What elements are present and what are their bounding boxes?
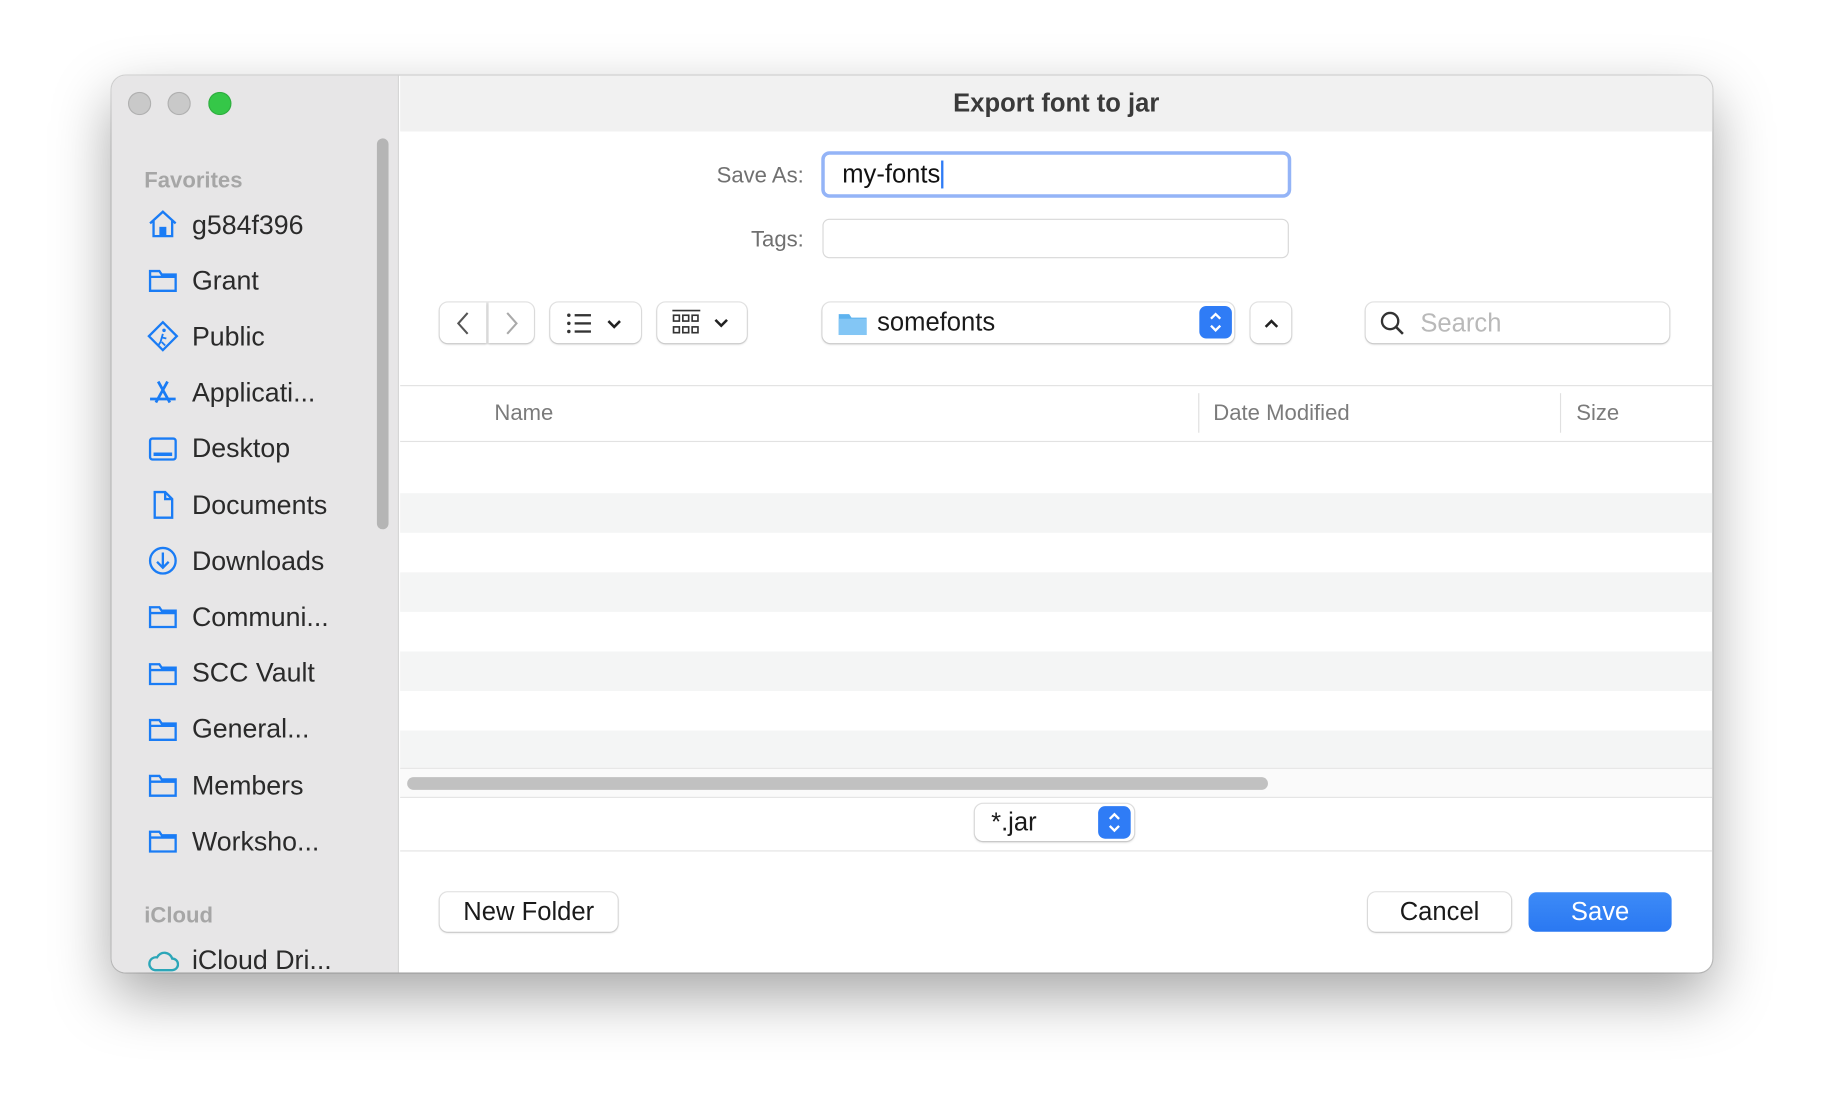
table-row — [400, 691, 1712, 731]
public-icon — [147, 321, 179, 353]
updown-chevron-icon — [1098, 806, 1131, 839]
cloud-icon — [148, 951, 180, 972]
list-view-button[interactable] — [550, 302, 641, 344]
sidebar-item-label: SCC Vault — [191, 657, 315, 688]
sidebar-item-label: Members — [191, 769, 304, 800]
sidebar-item-label: Grant — [191, 264, 259, 296]
column-divider[interactable] — [1198, 393, 1200, 433]
sidebar-item-applicati[interactable]: Applicati... — [147, 369, 316, 416]
tags-label: Tags: — [750, 228, 804, 253]
save-button[interactable]: Save — [1528, 892, 1672, 932]
close-button[interactable] — [127, 91, 152, 116]
tags-input[interactable] — [822, 218, 1289, 259]
scrollbar-thumb[interactable] — [407, 777, 1268, 790]
sidebar-item-g584f396[interactable]: g584f396 — [147, 201, 304, 248]
sidebar-item-icloud-dri[interactable]: iCloud Dri... — [147, 936, 332, 972]
parent-folder-button[interactable] — [1250, 302, 1292, 344]
applications-icon — [150, 380, 176, 403]
main-pane: Export font to jar Save As: my-fonts Tag… — [400, 75, 1713, 973]
folder-icon — [148, 270, 177, 293]
sidebar: Favorites g584f396 Grant Public Applicati..… — [111, 75, 400, 973]
sidebar-item-label: Public — [191, 320, 265, 352]
sidebar-item-label: General... — [191, 713, 310, 744]
folder-icon — [148, 774, 177, 797]
sidebar-item-scc-vault[interactable]: SCC Vault — [147, 650, 315, 697]
sidebar-item-members[interactable]: Members — [147, 762, 304, 809]
table-row — [400, 454, 1712, 494]
sidebar-item-public[interactable]: Public — [147, 313, 265, 360]
list-icon — [567, 312, 621, 333]
updown-chevron-icon — [1199, 305, 1232, 339]
download-icon — [148, 546, 177, 575]
folder-icon — [838, 314, 867, 336]
sidebar-item-worksho[interactable]: Worksho... — [147, 818, 320, 865]
divider — [400, 850, 1713, 852]
sidebar-item-grant[interactable]: Grant — [147, 257, 259, 304]
table-row — [400, 493, 1713, 533]
table-row — [400, 612, 1712, 652]
sidebar-item-label: Communi... — [191, 601, 329, 632]
zoom-button[interactable] — [208, 91, 232, 116]
chevron-right-icon — [505, 311, 518, 334]
location-popup[interactable]: somefonts — [822, 302, 1235, 344]
forward-button[interactable] — [488, 302, 534, 344]
column-size[interactable]: Size — [1576, 401, 1619, 427]
document-icon — [153, 490, 174, 519]
sidebar-item-label: Desktop — [191, 433, 291, 464]
sidebar-item-label: Documents — [191, 489, 328, 520]
sidebar-item-desktop[interactable]: Desktop — [147, 426, 291, 473]
group-view-button[interactable] — [657, 302, 747, 344]
folder-icon — [148, 830, 177, 853]
table-row — [400, 730, 1713, 768]
sidebar-item-label: Worksho... — [191, 825, 320, 856]
desktop-icon — [148, 437, 177, 461]
cancel-button[interactable]: Cancel — [1368, 892, 1512, 932]
chevron-left-icon — [456, 311, 469, 334]
back-button[interactable] — [439, 302, 487, 344]
sidebar-item-label: g584f396 — [191, 208, 304, 240]
icloud-heading: iCloud — [144, 903, 214, 929]
save-as-label: Save As: — [716, 164, 804, 189]
sidebar-item-downloads[interactable]: Downloads — [147, 538, 325, 585]
search-placeholder: Search — [1420, 307, 1502, 337]
folder-icon — [148, 662, 177, 685]
home-icon — [149, 210, 177, 238]
minimize-button[interactable] — [167, 91, 191, 116]
file-type-label: *.jar — [991, 807, 1037, 837]
search-input[interactable]: Search — [1365, 302, 1670, 344]
column-divider[interactable] — [1559, 393, 1562, 433]
favorites-heading: Favorites — [144, 168, 243, 194]
table-row — [400, 572, 1713, 612]
table-header: Name Date Modified Size — [400, 385, 1713, 443]
file-type-popup[interactable]: *.jar — [974, 803, 1135, 842]
horizontal-scrollbar[interactable] — [400, 767, 1713, 799]
save-as-input[interactable]: my-fonts — [821, 151, 1292, 198]
sidebar-item-general[interactable]: General... — [147, 706, 310, 753]
sidebar-item-label: Applicati... — [191, 377, 316, 408]
chevron-up-icon — [1264, 318, 1278, 328]
new-folder-button[interactable]: New Folder — [439, 892, 618, 932]
sidebar-scrollbar[interactable] — [376, 138, 389, 530]
table-row — [400, 533, 1712, 573]
folder-icon — [148, 606, 177, 629]
column-name[interactable]: Name — [494, 401, 553, 427]
sidebar-item-label: iCloud Dri... — [191, 943, 332, 973]
sidebar-item-communi[interactable]: Communi... — [147, 594, 329, 641]
sidebar-item-documents[interactable]: Documents — [147, 482, 328, 529]
folder-icon — [148, 718, 177, 741]
save-as-value: my-fonts — [842, 159, 941, 189]
sidebar-item-label: Downloads — [191, 545, 325, 576]
dialog-title: Export font to jar — [400, 75, 1713, 132]
text-cursor — [941, 160, 944, 189]
column-date-modified[interactable]: Date Modified — [1213, 401, 1349, 427]
search-icon — [1380, 311, 1404, 335]
location-label: somefonts — [877, 307, 996, 337]
grid-icon — [671, 309, 728, 333]
save-dialog: Favorites g584f396 Grant Public Applicati..… — [111, 75, 1713, 973]
table-row — [400, 651, 1713, 691]
